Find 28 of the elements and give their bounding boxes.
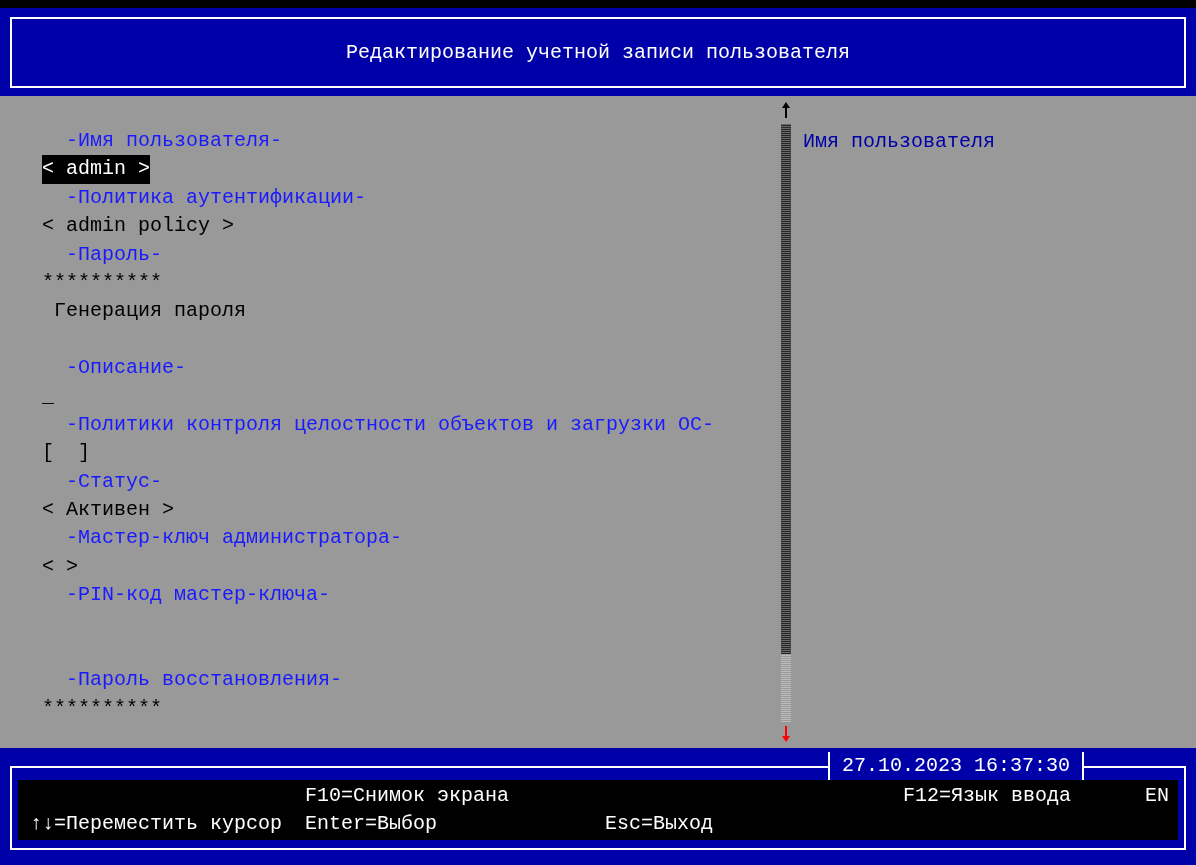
- date-time: 27.10.2023 16:37:30: [828, 752, 1085, 780]
- field-label: -PIN-код мастер-ключа-: [66, 582, 331, 609]
- key-hint: F12=Язык ввода: [903, 783, 1073, 809]
- field-label: -Политики контроля целостности объектов и загрузки ОС-: [66, 411, 715, 438]
- key-hint: Enter=Выбор: [305, 811, 439, 837]
- field-value[interactable]: **********: [42, 694, 163, 724]
- field-label: -Описание-: [66, 355, 187, 382]
- field-value[interactable]: < >: [42, 552, 78, 582]
- key-hint: EN: [1145, 783, 1170, 809]
- field-label: -Статус-: [66, 468, 162, 495]
- field-label: -Мастер-ключ администратора-: [66, 525, 403, 552]
- field-label: -Пароль-: [66, 241, 162, 268]
- field-label: -Имя пользователя-: [66, 128, 283, 154]
- field-value[interactable]: _: [42, 382, 54, 411]
- key-hint: F10=Снимок экрана: [305, 783, 511, 809]
- field-value[interactable]: < admin policy >: [42, 212, 235, 241]
- generate-password-button[interactable]: Генерация пароля: [54, 297, 247, 326]
- field-value[interactable]: **********: [42, 268, 163, 298]
- window-title: Редактирование учетной записи пользователя: [345, 39, 851, 66]
- field-label: -Политика аутентификации-: [66, 184, 367, 211]
- help-text: Имя пользователя: [803, 130, 996, 153]
- key-hint: ↑↓=Переместить курсор: [30, 811, 284, 837]
- field-value[interactable]: < admin >: [42, 155, 151, 184]
- field-value[interactable]: < Активен >: [42, 496, 175, 525]
- up-arrow-icon[interactable]: [782, 102, 790, 118]
- key-hint: Esc=Выход: [605, 811, 715, 837]
- field-value[interactable]: [ ]: [42, 439, 90, 468]
- field-label: -Пароль восстановления-: [66, 667, 343, 694]
